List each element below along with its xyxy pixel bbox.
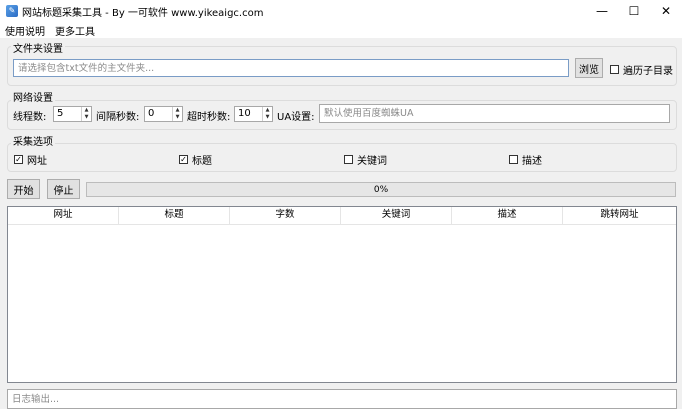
start-button[interactable]: 开始 — [7, 179, 40, 199]
close-button[interactable]: ✕ — [650, 0, 682, 22]
window-title: 网站标题采集工具 - By 一可软件 www.yikeaigc.com — [22, 7, 264, 19]
threads-label: 线程数: — [13, 112, 47, 123]
column-header-word-count[interactable]: 字数 — [230, 207, 341, 224]
results-table[interactable]: 网址 标题 字数 关键词 描述 跳转网址 — [7, 206, 677, 383]
spin-down-icon[interactable]: ▼ — [173, 114, 182, 121]
check-icon[interactable]: ✓ — [14, 155, 23, 164]
spin-down-icon[interactable]: ▼ — [263, 114, 272, 121]
spin-down-icon[interactable]: ▼ — [82, 114, 91, 121]
spin-up-icon[interactable]: ▲ — [82, 107, 91, 114]
spin-up-icon[interactable]: ▲ — [263, 107, 272, 114]
log-output[interactable]: 日志输出... — [7, 389, 677, 409]
option-title[interactable]: ✓ 标题 — [179, 152, 212, 167]
column-header-keywords[interactable]: 关键词 — [341, 207, 452, 224]
ua-label: UA设置: — [277, 112, 315, 123]
window-controls: — ☐ ✕ — [586, 0, 682, 22]
recursive-subdir-label: 遍历子目录 — [623, 66, 673, 77]
progress-text: 0% — [373, 185, 389, 195]
interval-label: 间隔秒数: — [96, 112, 140, 123]
option-description-checkbox[interactable] — [509, 155, 518, 164]
check-icon[interactable]: ✓ — [179, 155, 188, 164]
interval-spinbox[interactable]: 0 ▲ ▼ — [144, 106, 183, 122]
collect-options-title: 采集选项 — [11, 133, 55, 148]
folder-settings-title: 文件夹设置 — [11, 40, 65, 55]
threads-value[interactable]: 5 — [54, 107, 81, 121]
threads-spinbox[interactable]: 5 ▲ ▼ — [53, 106, 92, 122]
recursive-subdir-checkbox[interactable] — [610, 65, 619, 74]
network-settings-title: 网络设置 — [11, 89, 55, 104]
minimize-button[interactable]: — — [586, 0, 618, 22]
option-title-label: 标题 — [192, 156, 212, 167]
timeout-spinbox[interactable]: 10 ▲ ▼ — [234, 106, 273, 122]
option-description[interactable]: 描述 — [509, 152, 542, 167]
browse-button[interactable]: 浏览 — [575, 58, 603, 78]
interval-value[interactable]: 0 — [145, 107, 172, 121]
maximize-button[interactable]: ☐ — [618, 0, 650, 22]
option-keywords-label: 关键词 — [357, 156, 387, 167]
option-url[interactable]: ✓ 网址 — [14, 152, 47, 167]
menu-item-more-tools[interactable]: 更多工具 — [50, 23, 100, 38]
option-url-label: 网址 — [27, 156, 47, 167]
folder-path-input[interactable] — [13, 59, 569, 77]
column-header-title[interactable]: 标题 — [119, 207, 230, 224]
menu-item-usage[interactable]: 使用说明 — [0, 23, 50, 38]
column-header-url[interactable]: 网址 — [8, 207, 119, 224]
option-keywords-checkbox[interactable] — [344, 155, 353, 164]
timeout-label: 超时秒数: — [187, 112, 231, 123]
option-description-label: 描述 — [522, 156, 542, 167]
stop-button[interactable]: 停止 — [47, 179, 80, 199]
collect-options-group — [7, 143, 677, 172]
spin-up-icon[interactable]: ▲ — [173, 107, 182, 114]
progress-bar: 0% — [86, 182, 676, 197]
menu-bar: 使用说明 更多工具 — [0, 22, 682, 38]
title-bar: ✎ 网站标题采集工具 - By 一可软件 www.yikeaigc.com — … — [0, 0, 682, 22]
timeout-value[interactable]: 10 — [235, 107, 262, 121]
app-icon: ✎ — [6, 5, 18, 17]
column-header-redirect-url[interactable]: 跳转网址 — [563, 207, 676, 224]
option-keywords[interactable]: 关键词 — [344, 152, 387, 167]
table-header: 网址 标题 字数 关键词 描述 跳转网址 — [8, 207, 676, 225]
recursive-subdir-option[interactable]: 遍历子目录 — [610, 62, 673, 77]
column-header-description[interactable]: 描述 — [452, 207, 563, 224]
ua-input[interactable] — [319, 104, 670, 123]
